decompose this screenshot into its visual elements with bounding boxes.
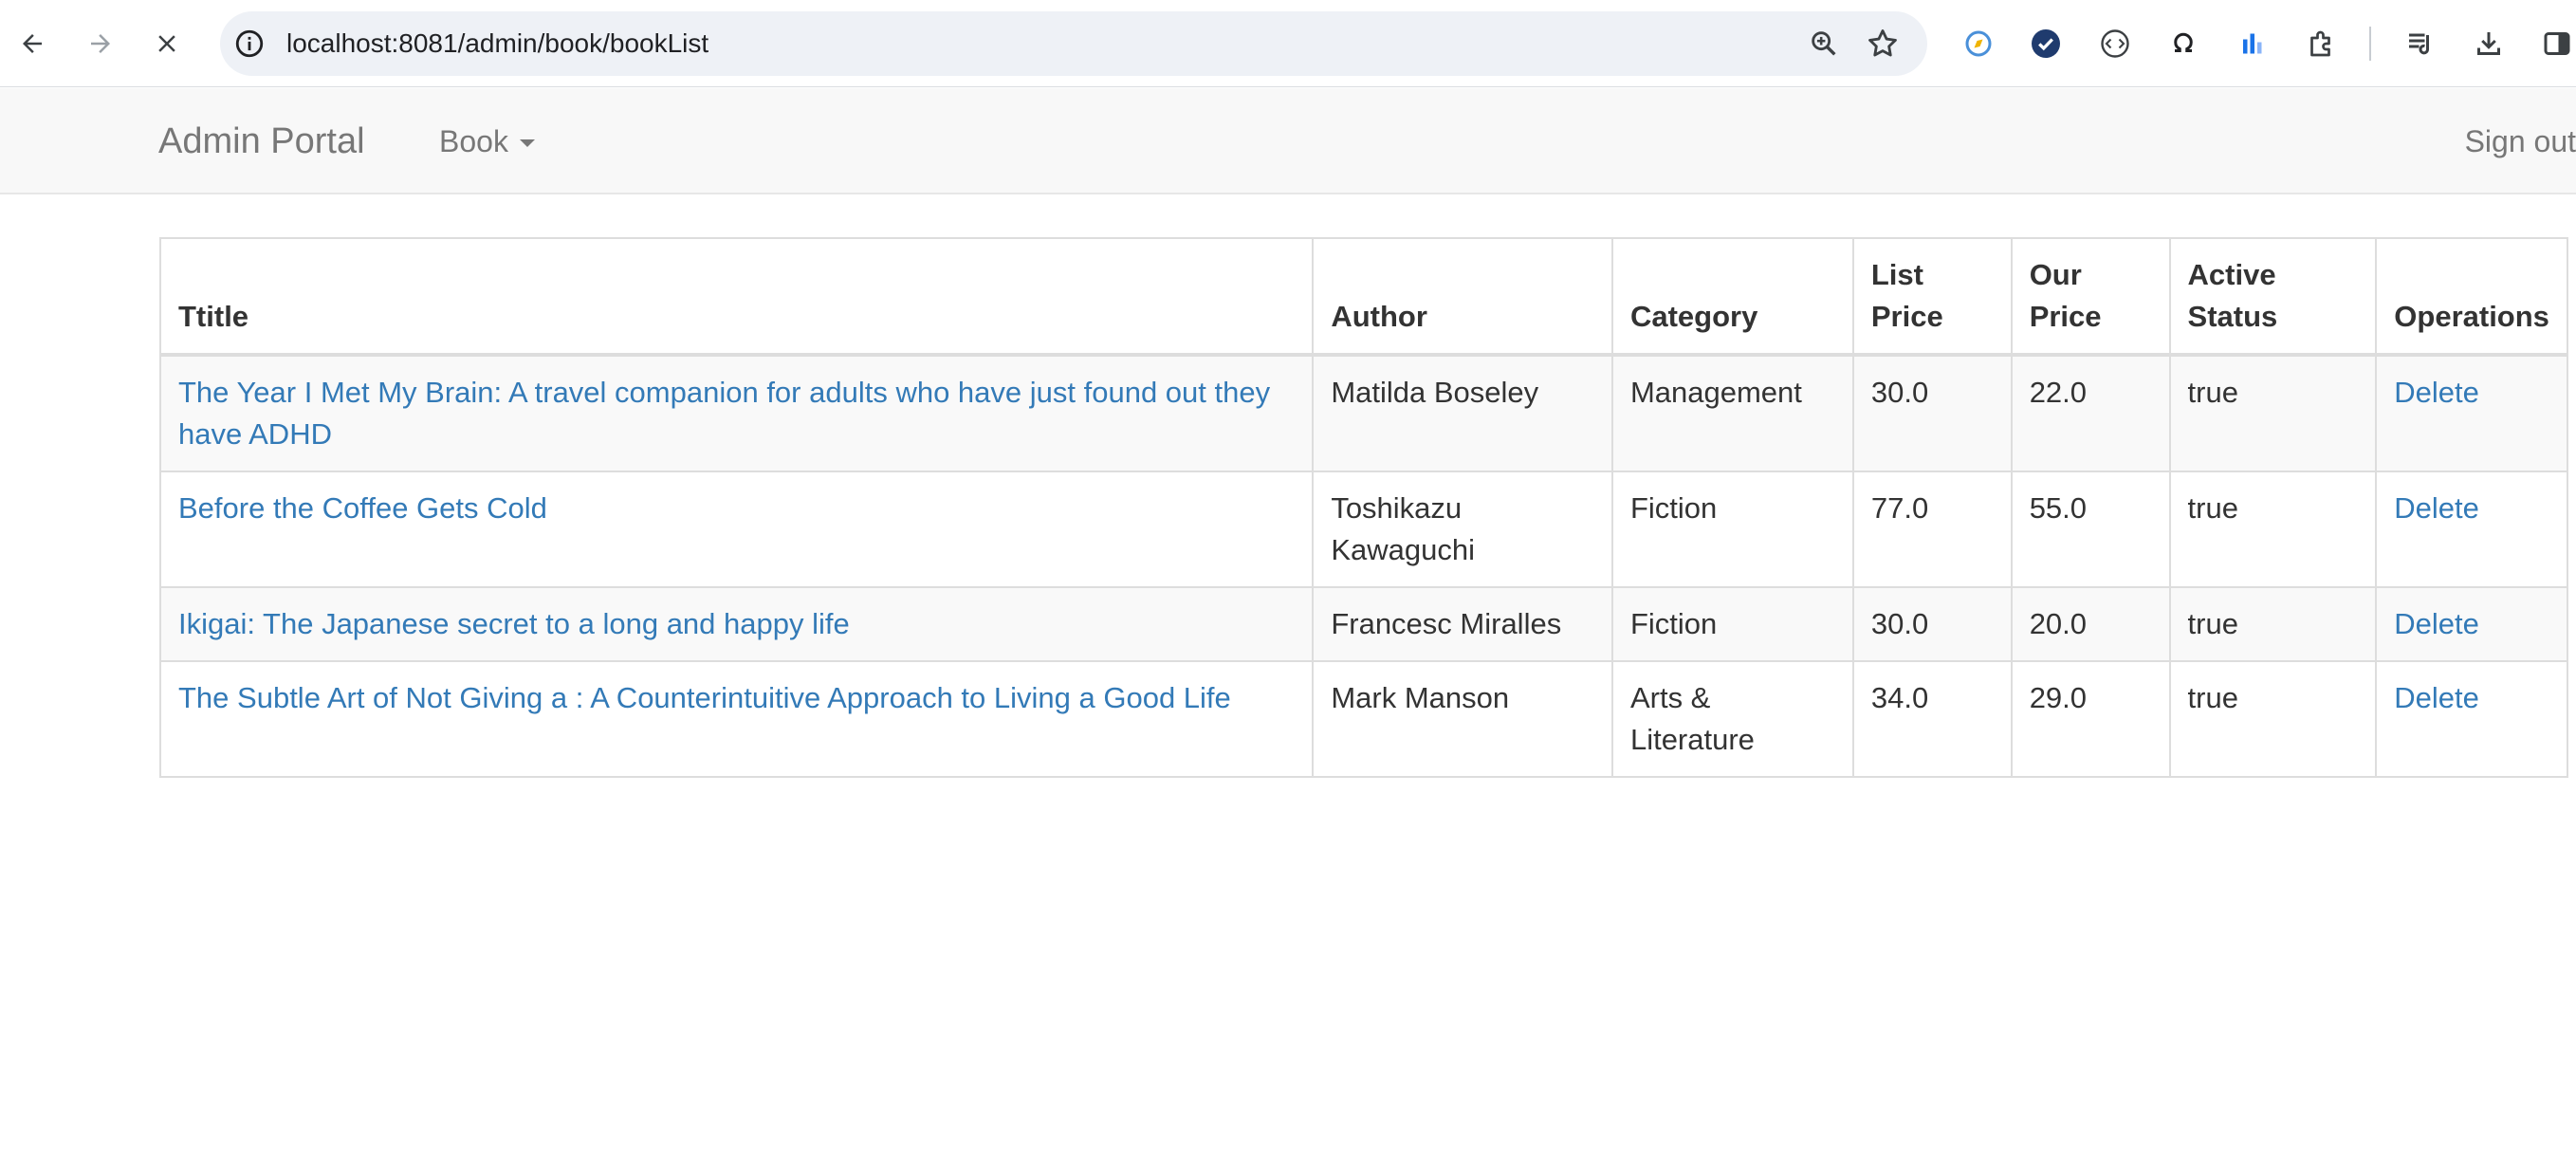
url-text[interactable]: localhost:8081/admin/book/bookList xyxy=(286,11,708,76)
extension-check[interactable] xyxy=(2027,25,2065,63)
category-cell: Fiction xyxy=(1610,586,1854,662)
arrow-left-icon xyxy=(23,34,42,53)
title-cell: Ikigai: The Japanese secret to a long an… xyxy=(158,586,1315,662)
top-navbar: Admin Portal Book Sign out xyxy=(0,88,2576,194)
operations-cell: Delete xyxy=(2375,471,2568,588)
book-dropdown[interactable]: Book xyxy=(439,88,535,194)
category-cell: Fiction xyxy=(1610,471,1854,588)
extension-code[interactable] xyxy=(2096,25,2134,63)
header-list-price: List Price xyxy=(1851,237,2013,357)
media-control[interactable] xyxy=(2401,25,2439,63)
back-button[interactable] xyxy=(8,19,57,68)
arrow-right-icon xyxy=(91,34,110,53)
bar-chart-icon xyxy=(2243,33,2262,54)
delete-link[interactable]: Delete xyxy=(2394,607,2479,640)
code-circle-icon xyxy=(2101,29,2129,58)
extensions-menu[interactable] xyxy=(2303,25,2341,63)
omega-icon xyxy=(2174,32,2193,52)
our-price-cell: 55.0 xyxy=(2010,471,2171,588)
stop-button[interactable] xyxy=(142,19,192,68)
table-row: Before the Coffee Gets Cold Toshikazu Ka… xyxy=(158,471,2568,588)
side-panel-button[interactable] xyxy=(2538,25,2576,63)
book-title-link[interactable]: The Subtle Art of Not Giving a : A Count… xyxy=(178,681,1231,714)
title-cell: Before the Coffee Gets Cold xyxy=(158,471,1315,588)
book-dropdown-label[interactable]: Book xyxy=(439,88,508,194)
forward-button[interactable] xyxy=(76,19,125,68)
header-author: Author xyxy=(1312,237,1613,357)
author-cell: Francesc Miralles xyxy=(1312,586,1613,662)
book-title-link[interactable]: Ikigai: The Japanese secret to a long an… xyxy=(178,607,850,640)
operations-cell: Delete xyxy=(2375,586,2568,662)
downloads-button[interactable] xyxy=(2470,25,2508,63)
close-icon xyxy=(158,35,175,52)
extension-omega[interactable] xyxy=(2164,25,2202,63)
operations-cell: Delete xyxy=(2375,354,2568,472)
operations-cell: Delete xyxy=(2375,660,2568,778)
active-status-cell: true xyxy=(2168,660,2378,778)
info-icon[interactable] xyxy=(233,28,266,60)
book-list: Ttitle Author Category List Price Our Pr… xyxy=(158,237,2568,778)
book-table: Ttitle Author Category List Price Our Pr… xyxy=(158,237,2568,778)
header-operations: Operations xyxy=(2375,237,2568,357)
check-circle-icon xyxy=(2032,29,2060,58)
side-panel-icon xyxy=(2544,32,2570,55)
header-active-status: Active Status xyxy=(2168,237,2378,357)
list-price-cell: 77.0 xyxy=(1851,471,2013,588)
list-price-cell: 34.0 xyxy=(1851,660,2013,778)
active-status-cell: true xyxy=(2168,354,2378,472)
address-bar[interactable]: localhost:8081/admin/book/bookList xyxy=(220,11,1927,76)
title-cell: The Year I Met My Brain: A travel compan… xyxy=(158,354,1315,472)
browser-toolbar: localhost:8081/admin/book/bookList xyxy=(0,0,2576,87)
book-title-link[interactable]: Before the Coffee Gets Cold xyxy=(178,491,547,525)
caret-down-icon[interactable] xyxy=(519,139,535,147)
list-price-cell: 30.0 xyxy=(1851,354,2013,472)
puzzle-icon xyxy=(2310,30,2330,57)
category-cell: Arts & Literature xyxy=(1610,660,1854,778)
author-cell: Toshikazu Kawaguchi xyxy=(1312,471,1613,588)
our-price-cell: 29.0 xyxy=(2010,660,2171,778)
active-status-cell: true xyxy=(2168,586,2378,662)
our-price-cell: 20.0 xyxy=(2010,586,2171,662)
download-icon xyxy=(2477,32,2500,55)
delete-link[interactable]: Delete xyxy=(2394,376,2479,409)
compass-extension-icon xyxy=(1965,30,1992,57)
category-cell: Management xyxy=(1610,354,1854,472)
table-header-row: Ttitle Author Category List Price Our Pr… xyxy=(158,237,2568,357)
table-row: The Subtle Art of Not Giving a : A Count… xyxy=(158,660,2568,778)
toolbar-divider xyxy=(2369,27,2371,61)
extension-compass[interactable] xyxy=(1960,25,1997,63)
delete-link[interactable]: Delete xyxy=(2394,491,2479,525)
playlist-icon xyxy=(2409,33,2430,55)
header-our-price: Our Price xyxy=(2010,237,2171,357)
brand-link[interactable]: Admin Portal xyxy=(158,88,365,194)
header-category: Category xyxy=(1610,237,1854,357)
header-title: Ttitle xyxy=(158,237,1315,357)
delete-link[interactable]: Delete xyxy=(2394,681,2479,714)
sign-out-link[interactable]: Sign out xyxy=(2465,88,2576,194)
author-cell: Matilda Boseley xyxy=(1312,354,1613,472)
zoom-icon[interactable] xyxy=(1808,28,1840,60)
table-row: Ikigai: The Japanese secret to a long an… xyxy=(158,586,2568,662)
list-price-cell: 30.0 xyxy=(1851,586,2013,662)
active-status-cell: true xyxy=(2168,471,2378,588)
our-price-cell: 22.0 xyxy=(2010,354,2171,472)
title-cell: The Subtle Art of Not Giving a : A Count… xyxy=(158,660,1315,778)
table-row: The Year I Met My Brain: A travel compan… xyxy=(158,354,2568,472)
extension-chart[interactable] xyxy=(2233,25,2271,63)
book-title-link[interactable]: The Year I Met My Brain: A travel compan… xyxy=(178,376,1270,451)
author-cell: Mark Manson xyxy=(1312,660,1613,778)
star-icon[interactable] xyxy=(1865,26,1901,62)
